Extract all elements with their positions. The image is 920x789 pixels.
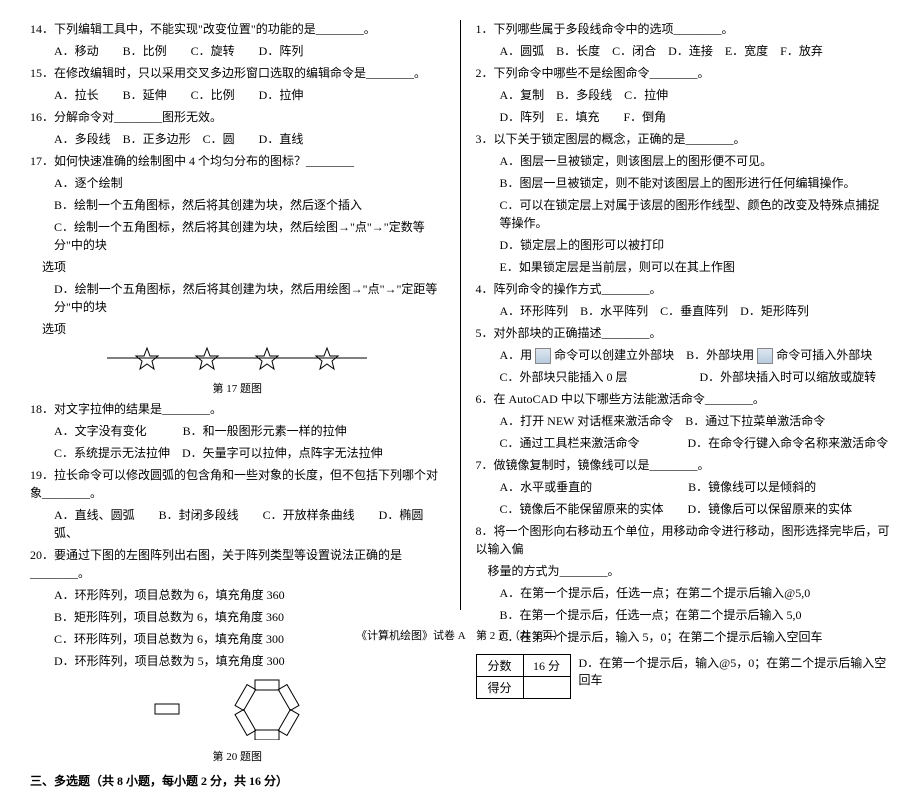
q16-stem: 16．分解命令对________图形无效。 <box>30 108 445 126</box>
q20-figcap: 第 20 题图 <box>30 748 445 764</box>
r-q8-d: D．在第一个提示后，输入@5，0；在第二个提示后输入空回车 <box>579 650 891 688</box>
r-q8-b: B．在第一个提示后，任选一点；在第二个提示后输入 5,0 <box>476 606 891 624</box>
q15-opts: A．拉长 B．延伸 C．比例 D．拉伸 <box>30 86 445 104</box>
r-q4-stem: 4．阵列命令的操作方式________。 <box>476 280 891 298</box>
left-column: 14．下列编辑工具中，不能实现"改变位置"的功能的是________。 A．移动… <box>30 20 461 610</box>
star-line-figure <box>107 344 367 372</box>
q19-stem: 19．拉长命令可以修改圆弧的包含角和一些对象的长度，但不包括下列哪个对象____… <box>30 466 445 502</box>
r-q2-cde: D．阵列 E．填充 F．倒角 <box>476 108 891 126</box>
q14-stem: 14．下列编辑工具中，不能实现"改变位置"的功能的是________。 <box>30 20 445 38</box>
r-q3-d: D．锁定层上的图形可以被打印 <box>476 236 891 254</box>
page-footer: 《计算机绘图》试卷 A 第 2 页（共 3 页） <box>0 627 920 643</box>
r-q6-stem: 6．在 AutoCAD 中以下哪些方法能激活命令________。 <box>476 390 891 408</box>
q20-d: D．环形阵列，项目总数为 5，填充角度 300 <box>30 652 445 670</box>
q17-a: A．逐个绘制 <box>30 174 445 192</box>
r-q5-a-post: 命令可以创建立外部块 B．外部块用 <box>554 348 754 362</box>
q17-c2: 选项 <box>30 258 445 276</box>
exam-page: 14．下列编辑工具中，不能实现"改变位置"的功能的是________。 A．移动… <box>0 0 920 610</box>
r-q6-ab: A．打开 NEW 对话框来激活命令 B．通过下拉菜单激活命令 <box>476 412 891 430</box>
q14-opts: A．移动 B．比例 C．旋转 D．阵列 <box>30 42 445 60</box>
r-q5-a-end: 命令可插入外部块 <box>776 348 872 362</box>
score-got-label: 得分 <box>476 677 523 699</box>
score-row: 分数 16 分 得分 D．在第一个提示后，输入@5，0；在第二个提示后输入空回车 <box>476 650 891 699</box>
r-q2-ab: A．复制 B．多段线 C．拉伸 <box>476 86 891 104</box>
wblock-icon <box>535 348 551 364</box>
r-q5-a: A．用 命令可以创建立外部块 B．外部块用 命令可插入外部块 <box>476 346 891 364</box>
q17-d: D．绘制一个五角图标，然后将其创建为块，然后用绘图→"点"→"定距等分"中的块 <box>30 280 445 316</box>
q17-d2: 选项 <box>30 320 445 338</box>
r-q3-e: E．如果锁定层是当前层，则可以在其上作图 <box>476 258 891 276</box>
r-q7-cd: C．镜像后不能保留原来的实体 D．镜像后可以保留原来的实体 <box>476 500 891 518</box>
r-q8-a: A．在第一个提示后，任选一点；在第二个提示后输入@5,0 <box>476 584 891 602</box>
r-q3-a: A．图层一旦被锁定，则该图层上的图形便不可见。 <box>476 152 891 170</box>
section-3-title: 三、多选题（共 8 小题，每小题 2 分，共 16 分） <box>30 772 445 789</box>
insert-icon <box>757 348 773 364</box>
q17-figure <box>30 344 445 376</box>
r-q8-stem2: 移量的方式为________。 <box>476 562 891 580</box>
q20-a: A．环形阵列，项目总数为 6，填充角度 360 <box>30 586 445 604</box>
q20-figure <box>30 676 445 744</box>
q18-stem: 18．对文字拉伸的结果是________。 <box>30 400 445 418</box>
q17-figcap: 第 17 题图 <box>30 380 445 396</box>
r-q4-opts: A．环形阵列 B．水平阵列 C．垂直阵列 D．矩形阵列 <box>476 302 891 320</box>
q20-b: B．矩形阵列，项目总数为 6，填充角度 360 <box>30 608 445 626</box>
score-got-value <box>523 677 570 699</box>
right-column: 1．下列哪些属于多段线命令中的选项________。 A．圆弧 B．长度 C．闭… <box>461 20 891 610</box>
q16-opts: A．多段线 B．正多边形 C．圆 D．直线 <box>30 130 445 148</box>
q17-stem: 17．如何快速准确的绘制图中 4 个均匀分布的图标？________ <box>30 152 445 170</box>
r-q5-stem: 5．对外部块的正确描述________。 <box>476 324 891 342</box>
q17-b: B．绘制一个五角图标，然后将其创建为块，然后逐个插入 <box>30 196 445 214</box>
r-q2-stem: 2．下列命令中哪些不是绘图命令________。 <box>476 64 891 82</box>
r-q5-cd: C．外部块只能插入 0 层 D．外部块插入时可以缩放或旋转 <box>476 368 891 386</box>
r-q1-stem: 1．下列哪些属于多段线命令中的选项________。 <box>476 20 891 38</box>
r-q6-cd: C．通过工具栏来激活命令 D．在命令行键入命令名称来激活命令 <box>476 434 891 452</box>
q20-stem: 20．要通过下图的左图阵列出右图，关于阵列类型等设置说法正确的是________… <box>30 546 445 582</box>
r-q3-stem: 3．以下关于锁定图层的概念，正确的是________。 <box>476 130 891 148</box>
r-q1-opts: A．圆弧 B．长度 C．闭合 D．连接 E．宽度 F．放弃 <box>476 42 891 60</box>
r-q7-ab: A．水平或垂直的 B．镜像线可以是倾斜的 <box>476 478 891 496</box>
r-q3-b: B．图层一旦被锁定，则不能对该图层上的图形进行任何编辑操作。 <box>476 174 891 192</box>
score-table: 分数 16 分 得分 <box>476 654 571 699</box>
q19-opts: A．直线、圆弧 B．封闭多段线 C．开放样条曲线 D．椭圆弧、 <box>30 506 445 542</box>
q17-c: C．绘制一个五角图标，然后将其创建为块，然后绘图→"点"→"定数等分"中的块 <box>30 218 445 254</box>
q18-ab: A．文字没有变化 B．和一般图形元素一样的拉伸 <box>30 422 445 440</box>
r-q8-stem: 8．将一个图形向右移动五个单位，用移动命令进行移动，图形选择完毕后，可以输入偏 <box>476 522 891 558</box>
r-q7-stem: 7．做镜像复制时，镜像线可以是________。 <box>476 456 891 474</box>
score-total: 16 分 <box>523 655 570 677</box>
fan-array-figure <box>137 676 337 740</box>
r-q3-c: C．可以在锁定层上对属于该层的图形作线型、颜色的改变及特殊点捕捉等操作。 <box>476 196 891 232</box>
score-label: 分数 <box>476 655 523 677</box>
q15-stem: 15．在修改编辑时，只以采用交叉多边形窗口选取的编辑命令是________。 <box>30 64 445 82</box>
q18-cd: C．系统提示无法拉伸 D．矢量字可以拉伸，点阵字无法拉伸 <box>30 444 445 462</box>
r-q5-a-pre: A．用 <box>500 348 533 362</box>
